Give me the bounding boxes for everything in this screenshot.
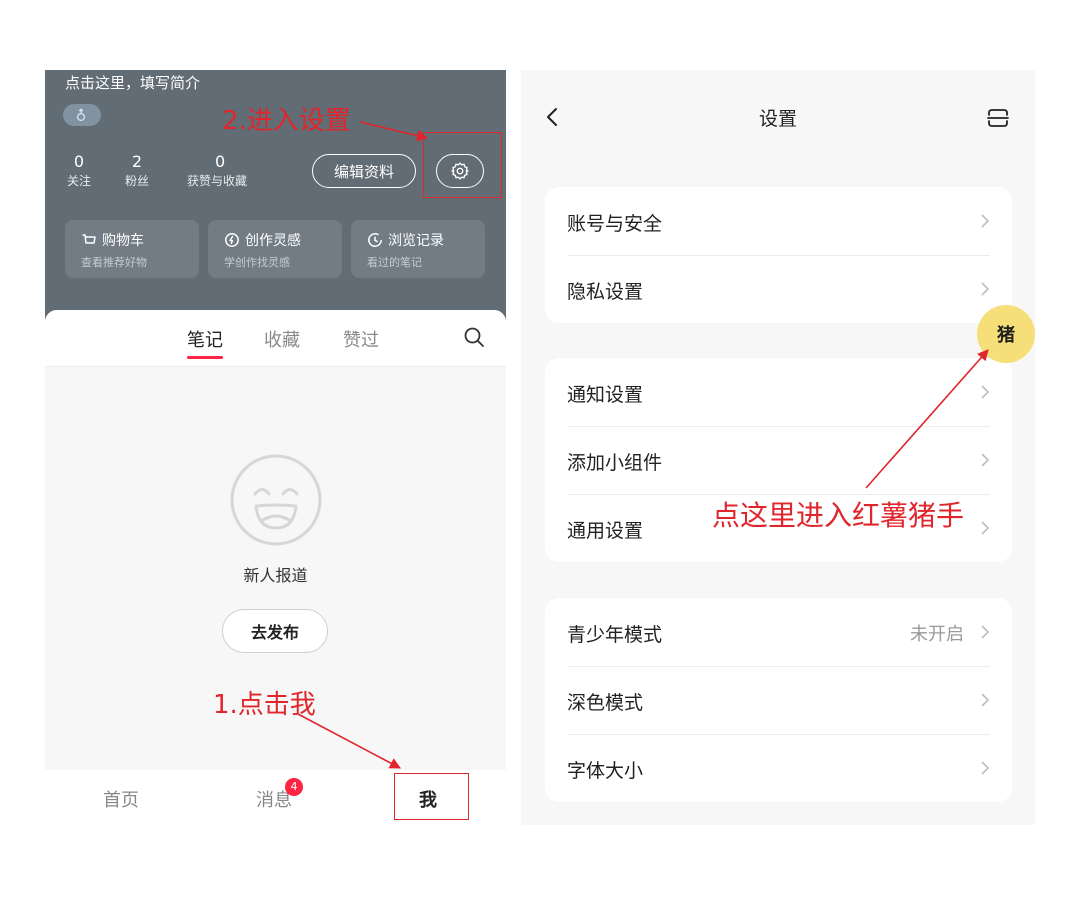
arrow-to-me — [297, 713, 401, 769]
arrow-to-settings — [359, 121, 429, 142]
annotation-arrows — [297, 121, 989, 769]
arrow-to-pig — [865, 349, 989, 489]
